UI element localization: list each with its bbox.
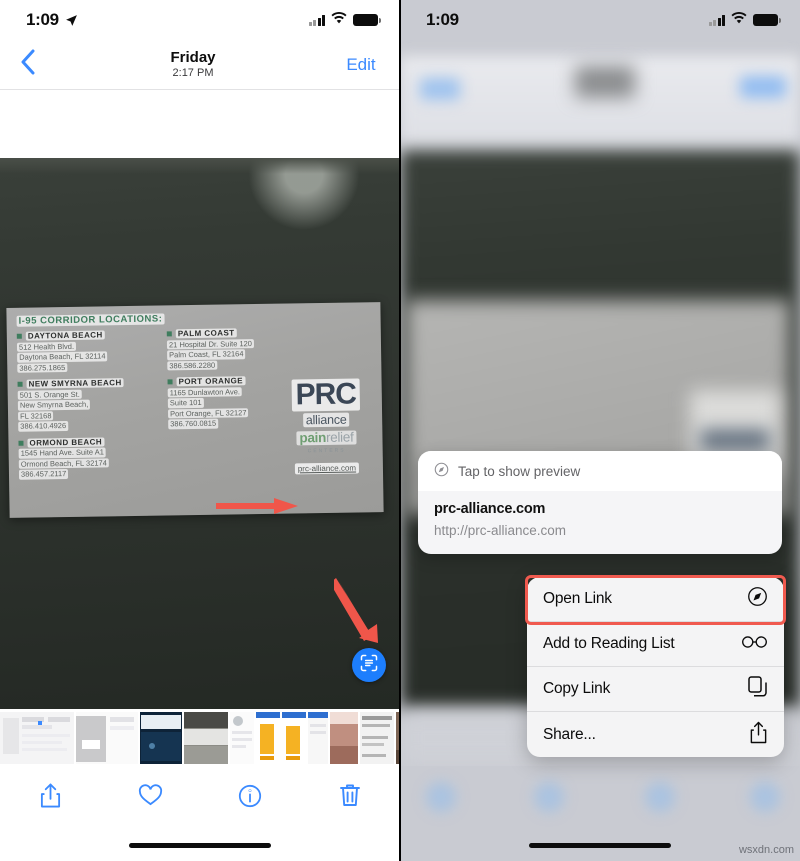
menu-item-label: Share... [543,725,596,743]
photo-day: Friday [170,48,216,66]
info-icon [238,784,262,813]
red-arrow-down-right [330,578,390,644]
home-indicator-right [529,843,671,848]
edit-button[interactable]: Edit [330,55,400,75]
thumbnail-item[interactable] [282,712,306,764]
location-line: 386.457.2117 [18,468,159,480]
thumbnail-item[interactable] [308,712,328,764]
trash-icon [339,783,361,813]
menu-item-label: Add to Reading List [543,635,675,652]
prc-wordmark: PRC [291,377,361,412]
status-bar-right-group [708,11,781,29]
status-bar-right-group [308,11,381,29]
chevron-left-icon [20,49,36,80]
battery-icon [753,14,781,26]
prc-pain-word: pain [299,429,327,446]
status-bar-left-group: 1:09 [426,10,459,30]
thumbnail-item[interactable] [76,712,138,764]
location-arrow-icon [65,14,78,27]
photo-action-toolbar [0,767,400,829]
link-preview-url: http://prc-alliance.com [434,523,567,538]
menu-item-share[interactable]: Share... [527,712,784,757]
thumbnail-item[interactable] [256,712,280,764]
thumbnail-item[interactable] [230,712,254,764]
thumbnail-item[interactable] [140,712,182,764]
live-text-button[interactable] [352,648,386,682]
back-button[interactable] [0,49,56,80]
red-arrow-right [216,498,298,514]
location-block: PALM COAST 21 Hospital Dr. Suite 120 Pal… [166,327,308,371]
menu-item-copy-link[interactable]: Copy Link [527,667,784,712]
status-time: 1:09 [426,10,459,29]
share-icon [39,782,62,815]
bullet-square-icon [166,331,172,337]
navigation-bar: Friday 2:17 PM Edit [0,40,400,90]
business-card-content: I-95 CORRIDOR LOCATIONS: DAYTONA BEACH 5… [6,302,383,518]
screenshot-stage: 1:09 Friday 2:17 PM Edit I-95 CORRIDOR L… [0,0,800,861]
location-line: 386.410.4926 [18,420,158,432]
prc-relief-word: relief [325,429,354,445]
battery-icon [353,14,381,26]
tap-to-show-preview-row[interactable]: Tap to show preview [418,451,782,491]
location-line: 386.586.2280 [167,359,307,371]
menu-item-label: Copy Link [543,680,611,697]
location-name: ORMOND BEACH [18,436,158,448]
watermark: wsxdn.com [738,844,794,856]
bullet-square-icon [17,381,23,387]
delete-button[interactable] [325,778,375,818]
menu-item-add-to-reading-list[interactable]: Add to Reading List [527,622,784,667]
location-name: DAYTONA BEACH [16,330,157,341]
status-time: 1:09 [26,10,59,29]
cellular-signal-icon [308,14,325,26]
favorite-button[interactable] [125,778,175,818]
status-bar-left: 1:09 [0,0,400,40]
thumbnail-item[interactable] [330,712,358,764]
detected-url-text[interactable]: prc-alliance.com [294,462,360,475]
safari-compass-icon [434,462,449,480]
cellular-signal-icon [708,14,725,26]
share-button[interactable] [25,778,75,818]
photo-thumbnail-strip[interactable] [0,709,400,767]
tap-to-show-preview-label: Tap to show preview [458,463,581,479]
status-bar-left-group: 1:09 [26,10,78,30]
link-preview-title: prc-alliance.com [434,501,546,517]
info-button[interactable] [225,778,275,818]
live-text-scan-icon [359,653,379,678]
thumbnail-item[interactable] [184,712,228,764]
wifi-icon [331,11,347,29]
copy-documents-icon [748,675,768,703]
card-column-left: DAYTONA BEACH 512 Health Blvd. Daytona B… [16,330,159,487]
business-card: I-95 CORRIDOR LOCATIONS: DAYTONA BEACH 5… [6,302,384,518]
thumbnail-item[interactable] [0,712,74,764]
location-block: ORMOND BEACH 1545 Hand Ave. Suite A1 Orm… [18,436,159,480]
panel-divider [399,0,401,861]
home-indicator-left [129,843,271,848]
bullet-square-icon [16,333,22,339]
bullet-square-icon [18,440,24,446]
share-icon [749,721,768,749]
card-heading: I-95 CORRIDOR LOCATIONS: [16,313,165,327]
prc-painrelief-text: painrelief [296,429,357,446]
bullet-square-icon [167,379,173,385]
thumbnail-item[interactable] [360,712,394,764]
glasses-icon [741,635,768,654]
location-line: 386.275.1865 [17,361,157,373]
status-bar-right: 1:09 [400,0,800,40]
prc-logo: PRC alliance painrelief CENTERS prc-alli… [276,377,378,477]
open-link-highlight-box [525,575,786,625]
prc-alliance-text: alliance [302,412,350,428]
wifi-icon [731,11,747,29]
location-name: PALM COAST [166,327,307,339]
prc-centers-text: CENTERS [307,447,346,455]
photo-date-title: Friday 2:17 PM [56,49,330,81]
location-block: DAYTONA BEACH 512 Health Blvd. Daytona B… [16,330,158,373]
link-preview-body: prc-alliance.com http://prc-alliance.com [418,491,782,554]
link-preview-card: Tap to show preview prc-alliance.com htt… [418,451,782,554]
left-phone-screen: 1:09 Friday 2:17 PM Edit I-95 CORRIDOR L… [0,0,400,861]
heart-icon [138,784,163,812]
location-block: NEW SMYRNA BEACH 501 S. Orange St. New S… [17,378,159,432]
location-name: NEW SMYRNA BEACH [17,378,158,389]
photo-time: 2:17 PM [172,66,214,79]
